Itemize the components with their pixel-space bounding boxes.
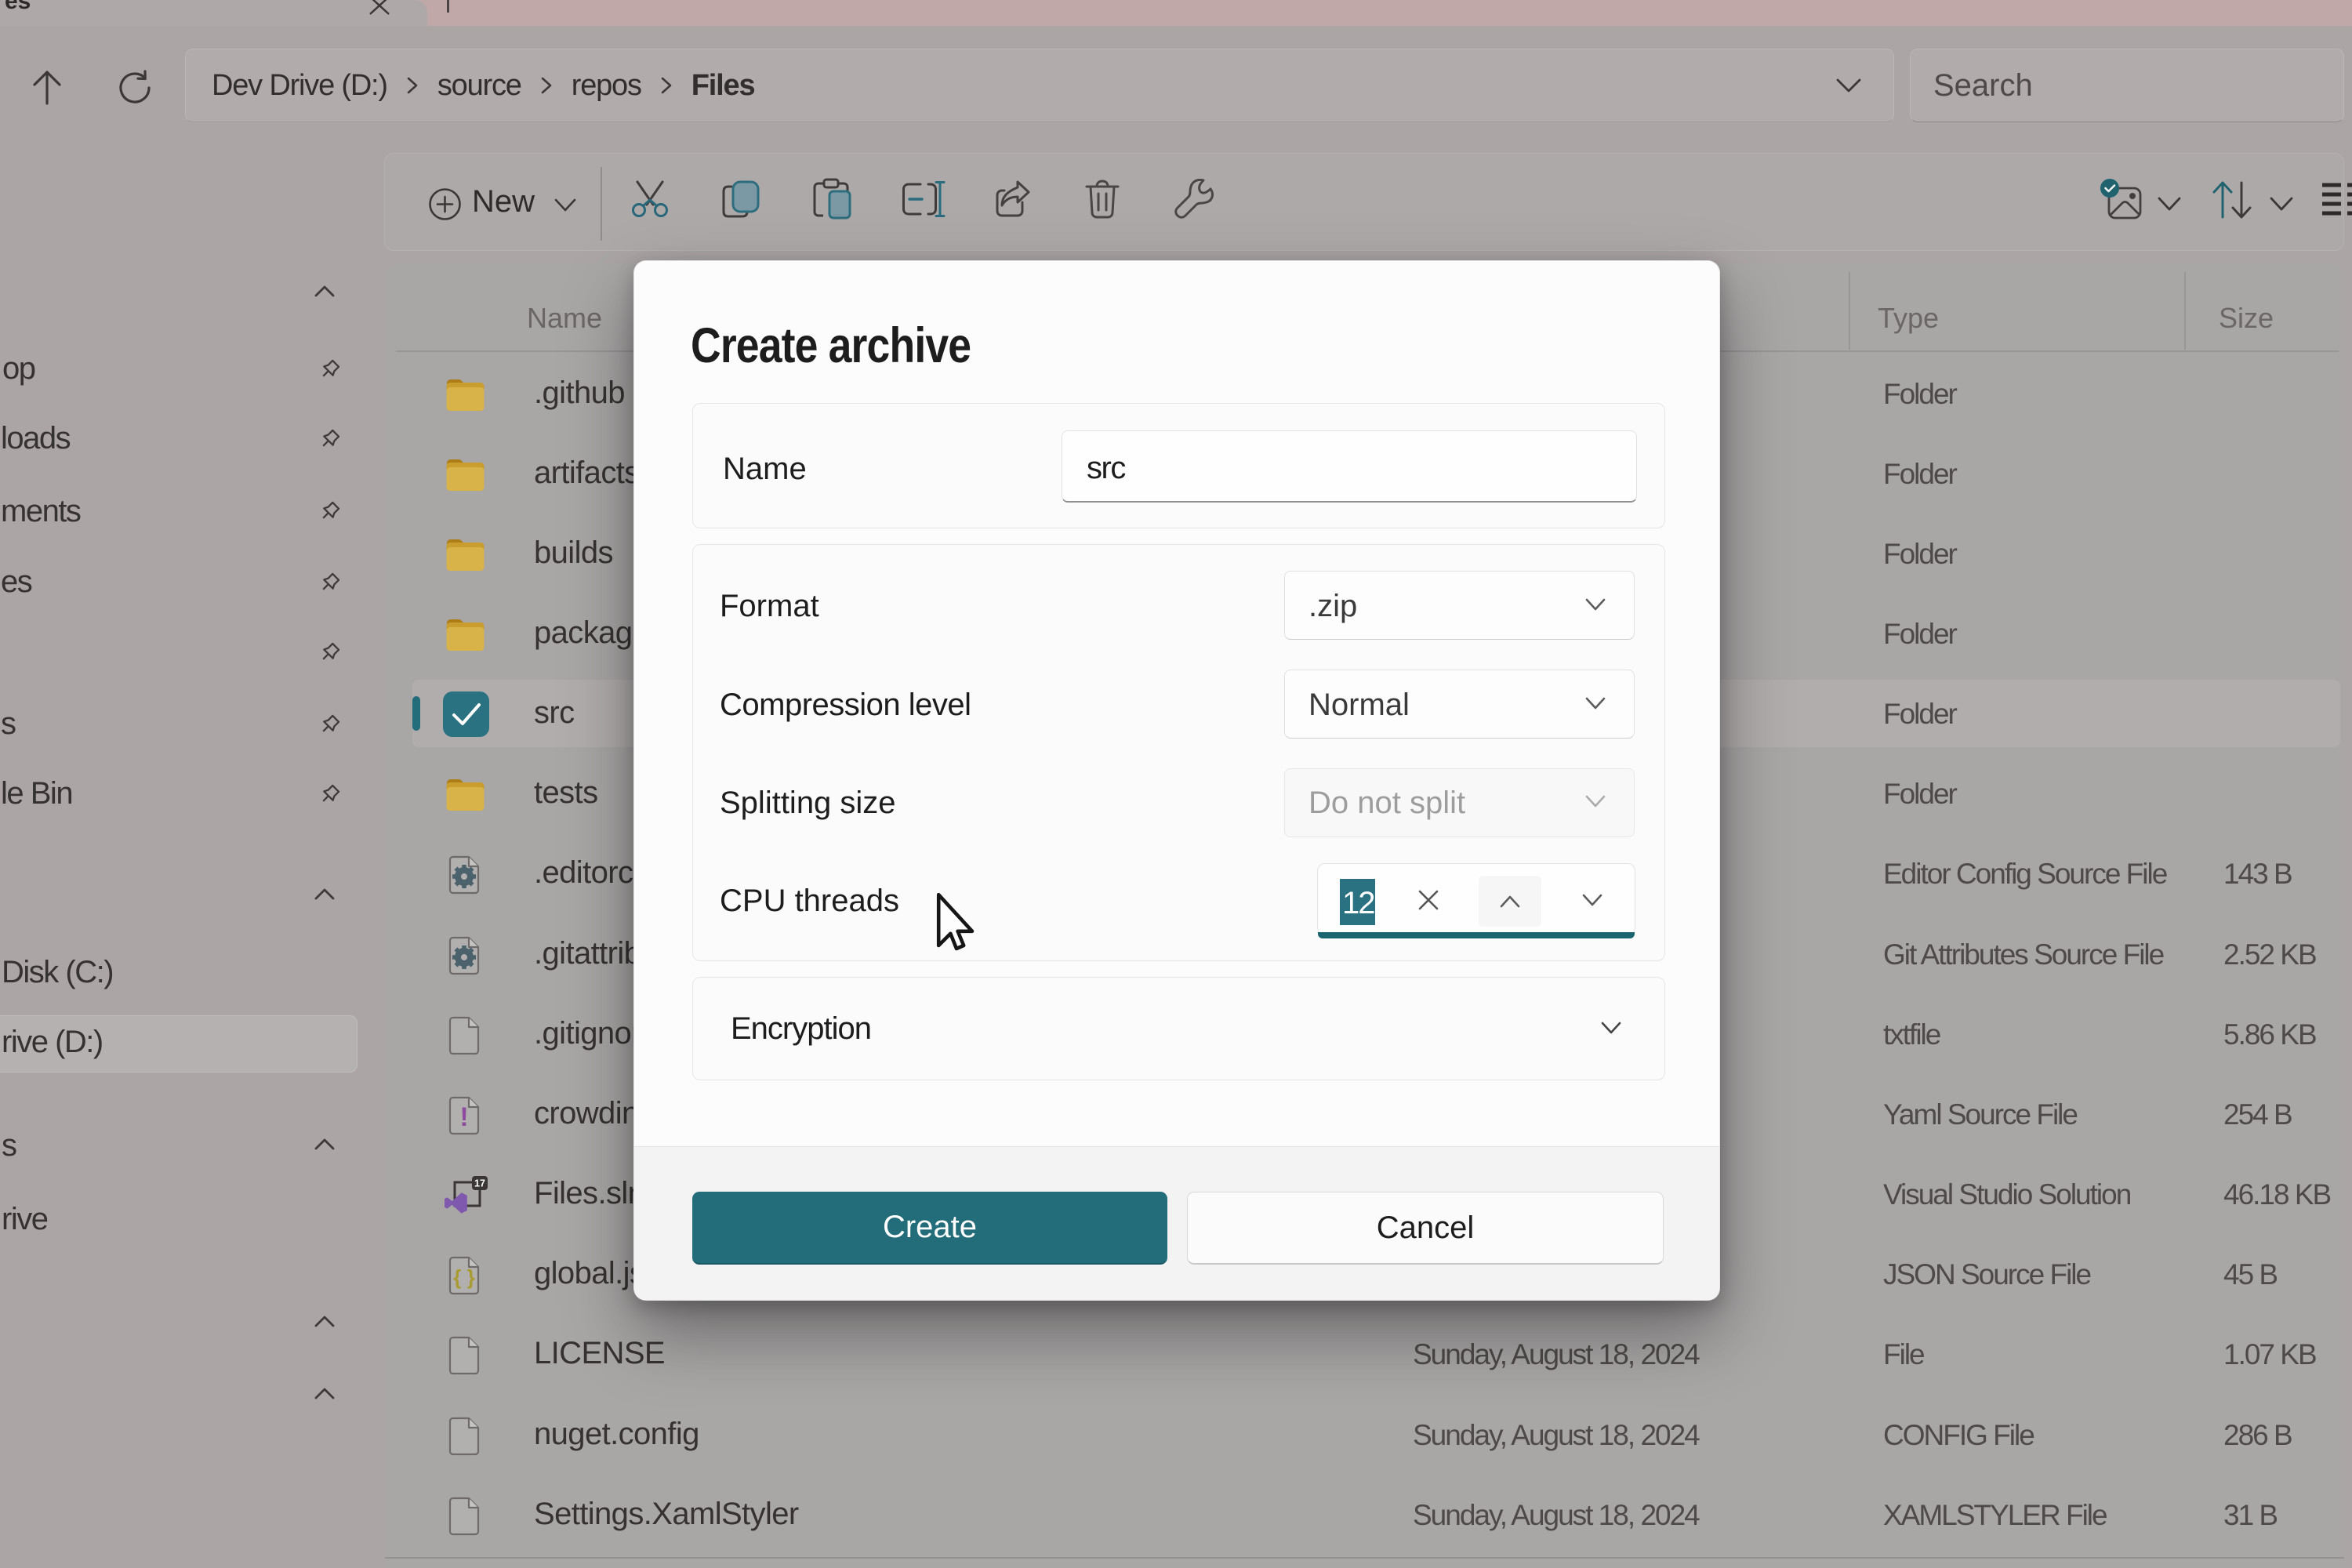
svg-text:!: ! [459,1102,468,1132]
svg-text:17: 17 [474,1178,485,1189]
svg-text:{ }: { } [453,1265,474,1289]
